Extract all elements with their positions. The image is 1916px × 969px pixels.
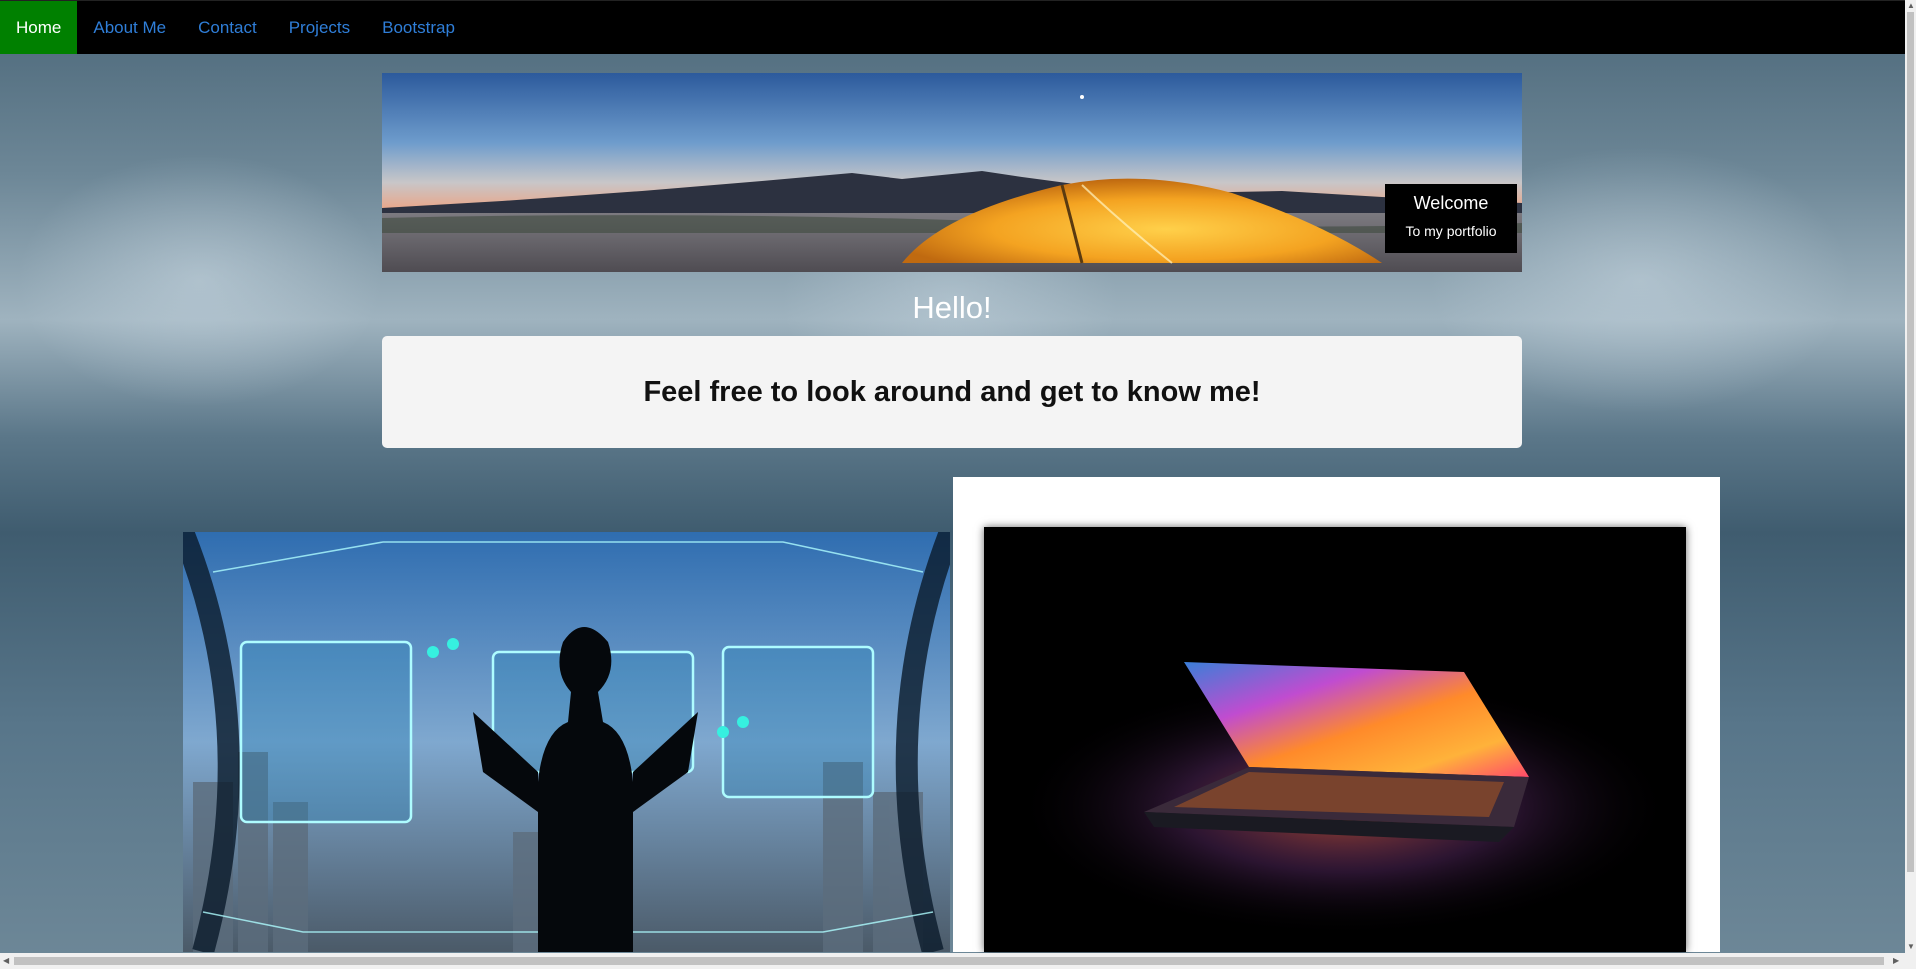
vertical-scrollbar[interactable]: ▲ ▼ xyxy=(1905,0,1916,953)
welcome-badge: Welcome To my portfolio xyxy=(1385,184,1517,253)
horizontal-scroll-thumb[interactable] xyxy=(14,957,1884,965)
greeting-heading: Hello! xyxy=(912,290,992,325)
glowing-laptop-illustration xyxy=(984,527,1686,952)
landscape-tent-illustration xyxy=(382,73,1522,272)
nav-bootstrap-link[interactable]: Bootstrap xyxy=(366,1,471,54)
horizontal-scrollbar[interactable]: ◀ ▶ xyxy=(0,953,1916,969)
nav-contact-link[interactable]: Contact xyxy=(182,1,273,54)
top-navbar: Home About Me Contact Projects Bootstrap xyxy=(0,0,1905,54)
laptop-image-frame xyxy=(953,477,1720,952)
futuristic-interface-image xyxy=(183,532,950,952)
welcome-subtitle: To my portfolio xyxy=(1405,223,1497,239)
vertical-scroll-thumb[interactable] xyxy=(1907,12,1914,872)
welcome-title: Welcome xyxy=(1413,193,1489,213)
scroll-up-icon[interactable]: ▲ xyxy=(1907,2,1915,10)
nav-projects-link[interactable]: Projects xyxy=(273,1,366,54)
intro-card: Feel free to look around and get to know… xyxy=(382,336,1522,448)
intro-text: Feel free to look around and get to know… xyxy=(643,375,1261,408)
scroll-down-icon[interactable]: ▼ xyxy=(1907,943,1915,951)
nav-home-link[interactable]: Home xyxy=(0,1,78,54)
header-banner-image: Welcome To my portfolio xyxy=(382,73,1522,272)
scroll-left-icon[interactable]: ◀ xyxy=(3,957,9,965)
holographic-screens-illustration xyxy=(183,532,950,952)
nav-about-link[interactable]: About Me xyxy=(77,1,182,54)
scroll-right-icon[interactable]: ▶ xyxy=(1893,957,1899,965)
laptop-image xyxy=(984,527,1686,952)
